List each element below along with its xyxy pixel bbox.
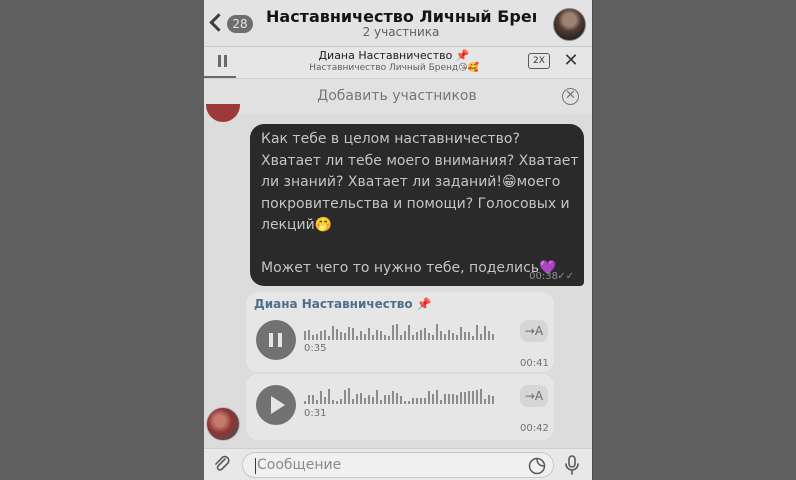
sender-avatar[interactable] [206,104,240,122]
sticker-icon[interactable] [528,457,546,475]
add-members-bar: Добавить участников ✕ [204,78,592,114]
play-button[interactable] [256,385,296,425]
message-placeholder: Сообщение [257,457,342,473]
voice-message[interactable]: 0:31 →A 00:42 [246,374,554,440]
message-time: 00:41 [520,358,549,369]
sender-avatar[interactable] [206,407,240,441]
double-check-icon: ✓✓ [557,271,574,282]
message-input[interactable]: Сообщение [242,452,554,478]
message-text: Как тебе в целом наставничество? Хватает… [261,131,579,276]
close-icon[interactable]: ✕ [562,51,580,71]
transcribe-button[interactable]: →A [520,385,548,407]
voice-waveform[interactable] [304,388,494,404]
transcribe-button[interactable]: →A [520,320,548,342]
voice-message[interactable]: Диана Наставничество 📌 0:35 →A 00:41 [246,292,554,372]
voice-elapsed: 0:35 [304,343,327,354]
sender-name[interactable]: Диана Наставничество 📌 [254,297,432,311]
voice-waveform[interactable] [304,324,494,340]
text-caret [255,458,256,474]
message-input-bar: Сообщение [204,448,592,480]
pause-icon [269,333,273,347]
screen-edge [592,0,593,480]
player-track-name: Диана Наставничество 📌 [318,49,470,62]
player-chat-name: Наставничество Личный Бренд😘🥰 [309,63,479,73]
chat-avatar[interactable] [553,8,586,41]
pause-button[interactable] [256,320,296,360]
voice-elapsed: 0:31 [304,408,327,419]
unread-count-badge: 28 [227,15,253,33]
add-members-button[interactable]: Добавить участников [244,88,550,104]
message-time: 00:38 [529,271,558,282]
outgoing-message[interactable]: Как тебе в целом наставничество? Хватает… [250,124,584,286]
message-time: 00:42 [520,423,549,434]
chat-header: 28 Наставничество Личный Бренд... 2 учас… [204,0,592,46]
chat-screen: 28 Наставничество Личный Бренд... 2 учас… [204,0,592,480]
paperclip-icon[interactable] [212,454,232,474]
pause-icon[interactable] [216,55,228,69]
playback-speed-button[interactable]: 2X [528,53,550,69]
audio-player-bar[interactable]: Диана Наставничество 📌 Наставничество Ли… [204,46,592,78]
chat-title[interactable]: Наставничество Личный Бренд... [266,7,536,26]
close-circle-icon[interactable]: ✕ [562,88,579,105]
back-button[interactable]: 28 [208,11,256,37]
chevron-left-icon [209,13,228,32]
play-icon [271,396,285,414]
chat-subtitle: 2 участника [362,25,440,39]
microphone-icon[interactable] [562,454,582,476]
